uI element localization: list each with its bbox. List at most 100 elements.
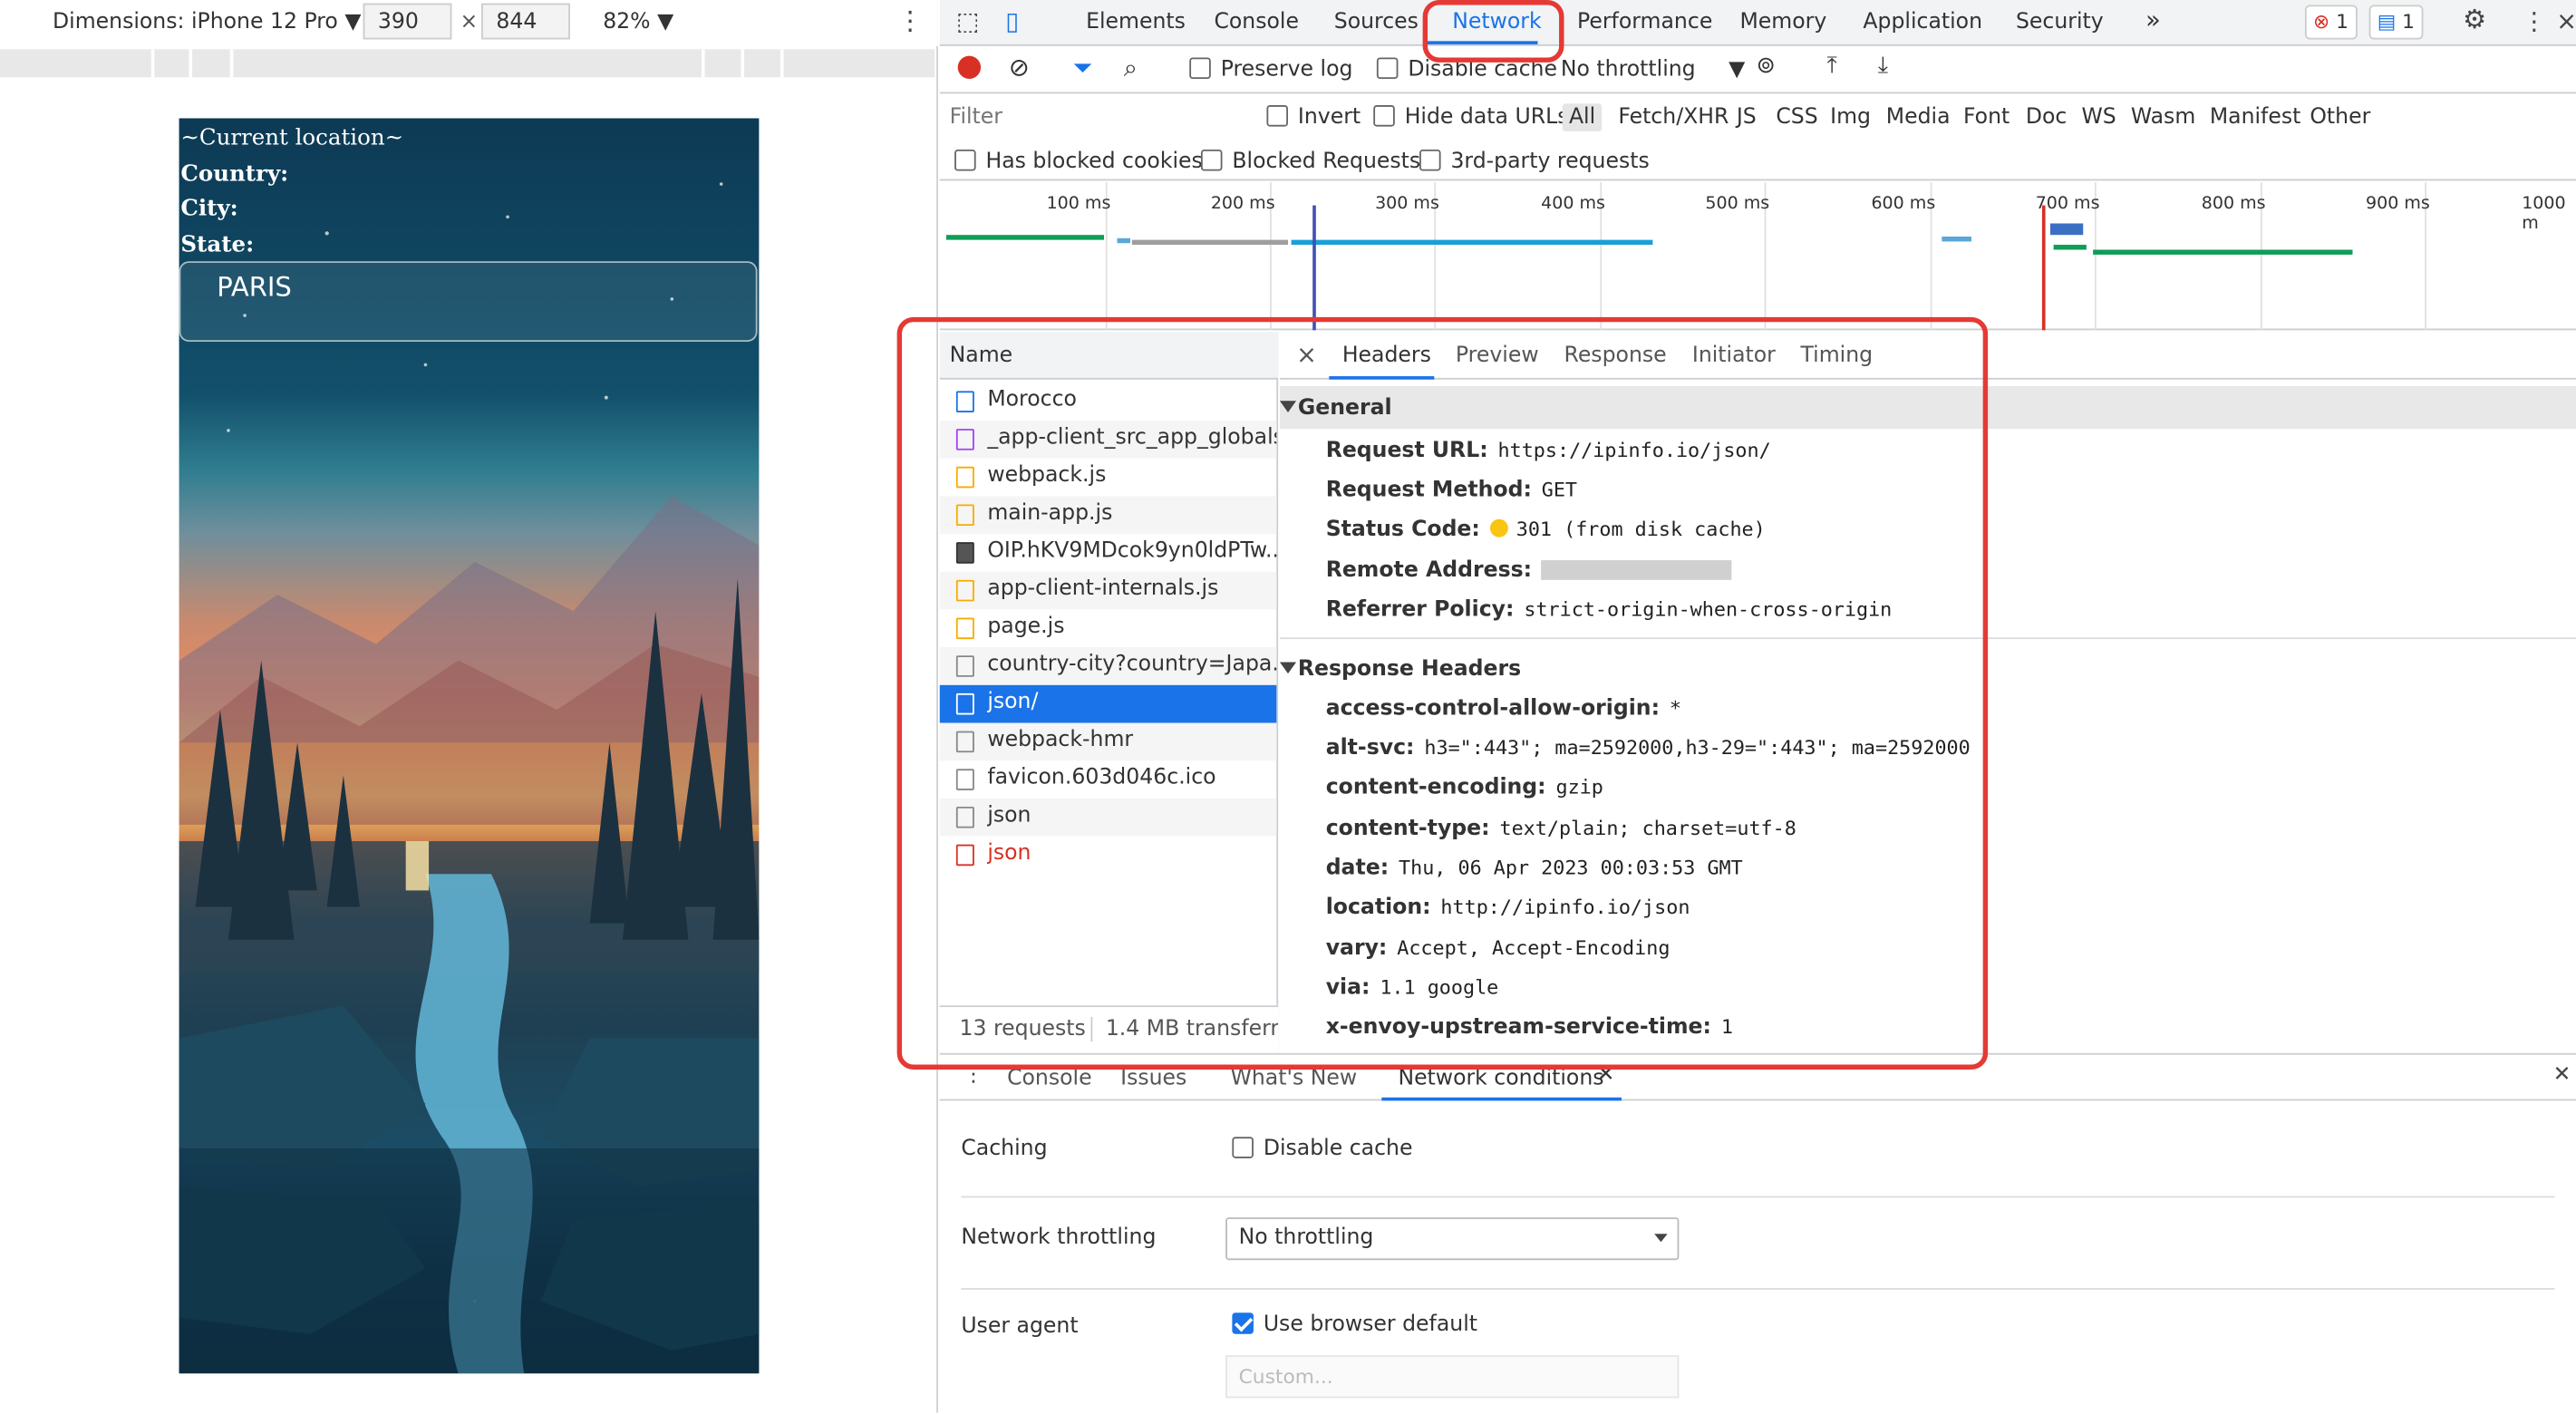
height-input[interactable] [481,3,570,40]
filter-type-js[interactable]: JS [1737,105,1757,130]
blocked-requests-checkbox[interactable]: Blocked Requests [1200,149,1421,175]
filter-type-ws[interactable]: WS [2081,105,2116,130]
close-devtools-icon[interactable]: × [2556,6,2576,36]
tab-memory[interactable]: Memory [1739,10,1826,34]
header-value: 1.1 google [1380,975,1499,999]
response-headers-section-header[interactable]: Response Headers [1279,647,2576,690]
drawer-tab-network-conditions[interactable]: Network conditions [1398,1066,1603,1090]
use-browser-default-checkbox[interactable]: Use browser default [1232,1312,1477,1337]
request-row-failed[interactable]: json [940,837,1277,875]
zoom-select[interactable]: 82% ▼ [603,10,673,34]
tab-initiator[interactable]: Initiator [1692,344,1776,368]
close-tab-icon[interactable]: ✕ [1597,1063,1615,1088]
network-throttling-select[interactable]: No throttling [1225,1217,1680,1261]
filter-type-doc[interactable]: Doc [2026,105,2068,130]
has-blocked-cookies-checkbox[interactable]: Has blocked cookies [954,149,1203,174]
preserve-log-checkbox[interactable]: Preserve log [1189,57,1352,82]
export-har-icon[interactable]: ⤓ [1878,53,1888,79]
filter-icon[interactable]: ⏷ [1073,53,1093,82]
clear-icon[interactable]: ⊘ [1009,53,1030,82]
more-tabs-icon[interactable]: » [2145,5,2161,34]
city-label: City: [180,195,238,222]
filter-input[interactable] [944,100,1244,133]
request-list-header[interactable]: Name [939,332,1279,380]
request-row[interactable]: page.js [940,609,1277,647]
tab-performance[interactable]: Performance [1577,10,1712,34]
error-badge[interactable]: ⊗ 1 [2304,5,2358,40]
request-row[interactable]: webpack.js [940,459,1277,497]
width-input[interactable] [363,3,452,40]
hide-data-urls-checkbox[interactable]: Hide data URLs [1373,105,1568,130]
tab-sources[interactable]: Sources [1334,10,1419,34]
drawer-disable-cache-checkbox[interactable]: Disable cache [1232,1137,1412,1161]
tab-preview[interactable]: Preview [1456,344,1539,368]
request-row[interactable]: app-client-internals.js [939,571,1277,610]
blocked-requests-label: Blocked Requests [1232,149,1421,175]
settings-gear-icon[interactable]: ⚙ [2463,4,2486,34]
filter-type-wasm[interactable]: Wasm [2131,105,2195,130]
city-input[interactable]: PARIS [179,261,758,342]
general-section-header[interactable]: General [1279,385,2576,430]
header-value: Thu, 06 Apr 2023 00:03:53 GMT [1399,856,1743,879]
custom-user-agent-select[interactable]: Custom... [1225,1355,1680,1399]
filter-type-img[interactable]: Img [1830,105,1871,130]
close-drawer-icon[interactable]: ✕ [2553,1063,2571,1088]
timeline-bar [2093,249,2353,255]
tab-network[interactable]: Network [1452,10,1541,34]
invert-checkbox[interactable]: Invert [1266,105,1361,130]
transferred-size: 1.4 MB transferred [1090,1016,1278,1042]
tab-headers[interactable]: Headers [1342,344,1431,368]
import-har-icon[interactable]: ⤒ [1827,53,1837,79]
media-query-ruler[interactable] [0,49,935,78]
header-key: content-type: [1325,816,1490,841]
drawer-menu-icon[interactable]: ⋮ [963,1063,984,1088]
device-toggle-icon[interactable]: ▯ [1005,6,1019,36]
request-row[interactable]: favicon.603d046c.ico [940,760,1277,799]
request-row[interactable]: main-app.js [939,496,1277,535]
timeline-overview[interactable]: 100 ms 200 ms 300 ms 400 ms 500 ms 600 m… [939,182,2576,331]
filter-type-all[interactable]: All [1562,103,1603,131]
request-row[interactable]: Morocco [940,383,1277,421]
filter-type-media[interactable]: Media [1886,105,1951,130]
throttling-select[interactable]: No throttling ▼ [1561,57,1745,82]
tab-timing[interactable]: Timing [1801,344,1874,368]
customize-menu-icon[interactable]: ⋮ [2522,6,2546,36]
tab-security[interactable]: Security [2016,10,2104,34]
filter-type-manifest[interactable]: Manifest [2210,105,2301,130]
ruler-divider [780,49,784,78]
request-row[interactable]: country-city?country=Japa... [939,647,1277,685]
network-conditions-icon[interactable]: ⊚ [1757,53,1776,79]
filter-type-font[interactable]: Font [1963,105,2009,130]
filter-type-fetch-xhr[interactable]: Fetch/XHR [1618,105,1729,130]
search-icon[interactable]: ⌕ [1124,53,1138,82]
record-icon[interactable] [957,55,982,79]
caret-down-icon [1654,1234,1668,1243]
general-title: General [1297,395,1392,421]
request-row[interactable]: _app-client_src_app_globals... [939,421,1277,459]
filter-type-other[interactable]: Other [2310,105,2370,130]
tab-response[interactable]: Response [1564,344,1667,368]
drawer-tab-issues[interactable]: Issues [1120,1066,1186,1090]
request-row[interactable]: webpack-hmr [939,722,1277,761]
disable-cache-checkbox[interactable]: Disable cache [1376,57,1557,82]
close-details-icon[interactable]: × [1296,340,1317,370]
request-row-selected[interactable]: json/ [939,684,1277,723]
request-name: country-city?country=Japa... [987,652,1277,677]
timeline-bar [1291,239,1653,246]
device-dimensions-select[interactable]: Dimensions: iPhone 12 Pro ▼ [53,10,361,34]
inspect-element-icon[interactable]: ⬚ [956,6,980,36]
file-icon [955,655,974,677]
drawer-tab-console[interactable]: Console [1007,1066,1092,1090]
message-badge[interactable]: ▤ 1 [2368,5,2424,40]
request-row[interactable]: OIP.hKV9MDcok9yn0ldPTw... [940,534,1276,572]
filter-type-css[interactable]: CSS [1776,105,1817,130]
more-options-icon[interactable]: ⋮ [897,5,924,35]
header-value: strict-origin-when-cross-origin [1524,597,1893,622]
third-party-checkbox[interactable]: 3rd-party requests [1419,149,1650,174]
request-name: json [987,803,1031,828]
tab-console[interactable]: Console [1214,10,1299,34]
tab-application[interactable]: Application [1863,10,1982,34]
request-row[interactable]: json [939,798,1277,837]
tab-elements[interactable]: Elements [1086,10,1186,34]
drawer-tab-whats-new[interactable]: What's New [1231,1066,1358,1090]
